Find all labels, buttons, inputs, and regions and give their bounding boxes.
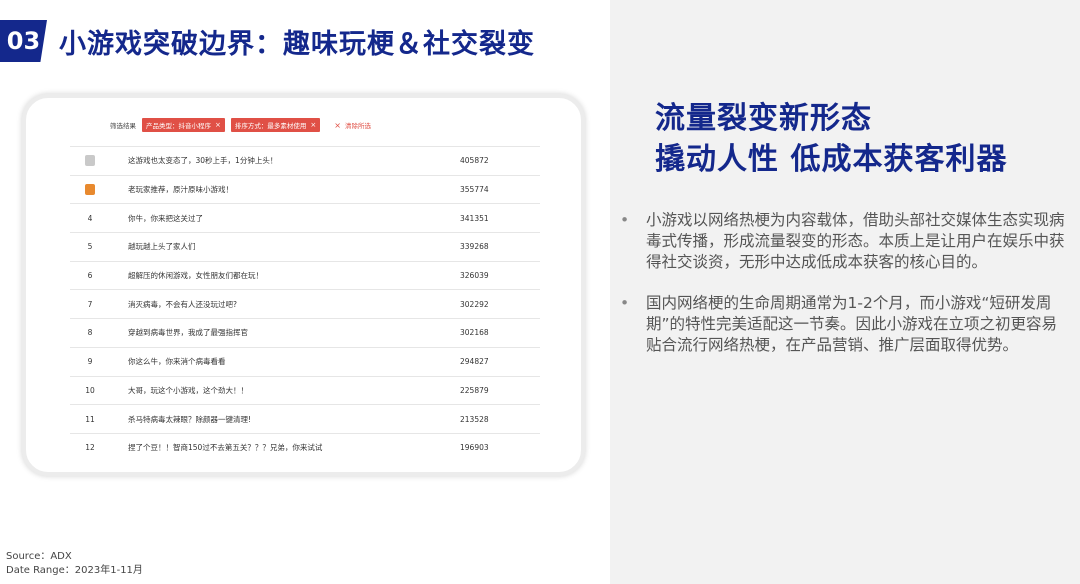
page-title: 小游戏突破边界：趣味玩梗＆社交裂变 (59, 28, 535, 60)
ad-copy-text: 杀马特病毒太辣眼？除颜器一键清理! (128, 414, 252, 424)
ad-copy-text: 捏了个豆！！智商150过不去第五关？？？兄弟，你来试试 (128, 443, 323, 453)
bullet-text: 国内网络梗的生命周期通常为1-2个月，而小游戏“短研发周期”的特性完美适配这一节… (646, 294, 1058, 354)
rank-cell: 5 (87, 242, 93, 252)
heading-line-2: 撬动人性 低成本获客利器 (655, 142, 1008, 177)
table-row[interactable]: 9 你这么牛，你来消个病毒看看 294827 (70, 346, 540, 376)
rank-cell: 6 (87, 271, 93, 281)
ad-copy-text: 越玩越上头了家人们 (128, 242, 196, 252)
rank-cell: 8 (87, 328, 93, 338)
bullet-list: • 小游戏以网络热梗为内容载体，借助头部社交媒体生态实现病毒式传播，形成流量裂变… (620, 210, 1068, 376)
section-number-badge: 03 (0, 20, 47, 62)
ad-copy-text: 超解压的休闲游戏，女性朋友们都在玩！ (128, 271, 263, 281)
usage-count: 341351 (460, 213, 489, 223)
rank-cell (70, 155, 110, 167)
ad-copy-text: 大哥，玩这个小游戏，这个劲大！！ (128, 385, 248, 395)
clear-selection-button[interactable]: × 清除所选 (334, 120, 371, 131)
medal-icon (85, 155, 95, 167)
right-heading: 流量裂变新形态 撬动人性 低成本获客利器 (655, 98, 1007, 180)
rank-cell: 7 (87, 299, 93, 309)
table-row[interactable]: 老玩家推荐，原汁原味小游戏！ 355774 (70, 174, 540, 204)
close-icon: × (334, 120, 341, 130)
ad-copy-text: 你牛，你来把这关过了 (128, 213, 203, 223)
table-row[interactable]: 8 穿越到病毒世界，我成了最强指挥官 302168 (70, 318, 540, 347)
ranking-list: 这游戏也太变态了，30秒上手，1分钟上头！ 405872 老玩家推荐，原汁原味小游戏… (70, 146, 540, 462)
bullet-text: 小游戏以网络热梗为内容载体，借助头部社交媒体生态实现病毒式传播，形成流量裂变的形… (646, 211, 1065, 271)
usage-count: 302292 (460, 299, 489, 309)
rank-cell: 11 (85, 414, 95, 424)
table-row[interactable]: 这游戏也太变态了，30秒上手，1分钟上头！ 405872 (70, 146, 540, 175)
filter-bar: 筛选结果 产品类型：抖音小程序 × 排序方式：最多素材使用 × × 清除所选 (110, 118, 371, 132)
rank-cell: 9 (87, 357, 93, 367)
bullet-dot-icon: • (620, 211, 630, 229)
bullet-item: • 国内网络梗的生命周期通常为1-2个月，而小游戏“短研发周期”的特性完美适配这… (620, 293, 1068, 356)
date-range-text: Date Range：2023年1-11月 (6, 565, 143, 576)
usage-count: 225879 (460, 385, 489, 395)
usage-count: 355774 (460, 185, 489, 195)
heading-line-1: 流量裂变新形态 (655, 101, 872, 136)
rank-cell: 10 (85, 385, 95, 395)
usage-count: 326039 (460, 271, 489, 281)
filter-label: 筛选结果 (110, 122, 136, 130)
table-row[interactable]: 7 消灭病毒，不会有人还没玩过吧? 302292 (70, 289, 540, 318)
usage-count: 405872 (460, 156, 489, 166)
filter-tag-label: 产品类型：抖音小程序 (146, 122, 211, 130)
rank-cell: 12 (85, 443, 95, 453)
table-row[interactable]: 12 捏了个豆！！智商150过不去第五关？？？兄弟，你来试试 196903 (70, 432, 540, 462)
ad-copy-text: 你这么牛，你来消个病毒看看 (128, 357, 226, 367)
clear-selection-label: 清除所选 (344, 122, 371, 130)
usage-count: 339268 (460, 242, 489, 252)
section-header: 03 小游戏突破边界：趣味玩梗＆社交裂变 (0, 20, 535, 62)
rank-cell: 4 (87, 213, 93, 223)
close-icon[interactable]: × (310, 121, 316, 129)
ranking-card: 筛选结果 产品类型：抖音小程序 × 排序方式：最多素材使用 × × 清除所选 这… (22, 94, 585, 476)
usage-count: 196903 (460, 443, 489, 453)
usage-count: 213528 (460, 414, 489, 424)
table-row[interactable]: 5 越玩越上头了家人们 339268 (70, 232, 540, 261)
close-icon[interactable]: × (215, 121, 221, 129)
bullet-dot-icon: • (620, 294, 630, 312)
ad-copy-text: 消灭病毒，不会有人还没玩过吧? (128, 299, 237, 309)
table-row[interactable]: 11 杀马特病毒太辣眼？除颜器一键清理! 213528 (70, 404, 540, 433)
usage-count: 294827 (460, 357, 489, 367)
filter-tag-label: 排序方式：最多素材使用 (234, 122, 307, 130)
table-row[interactable]: 4 你牛，你来把这关过了 341351 (70, 203, 540, 232)
medal-icon (85, 184, 95, 196)
ad-copy-text: 穿越到病毒世界，我成了最强指挥官 (128, 328, 248, 338)
table-row[interactable]: 6 超解压的休闲游戏，女性朋友们都在玩！ 326039 (70, 260, 540, 290)
rank-cell (70, 184, 110, 196)
table-row[interactable]: 10 大哥，玩这个小游戏，这个劲大！！ 225879 (70, 375, 540, 405)
bullet-item: • 小游戏以网络热梗为内容载体，借助头部社交媒体生态实现病毒式传播，形成流量裂变… (620, 210, 1068, 273)
filter-tag-sort[interactable]: 排序方式：最多素材使用 × (230, 118, 321, 132)
source-text: Source：ADX (6, 551, 72, 562)
ad-copy-text: 老玩家推荐，原汁原味小游戏！ (128, 185, 233, 195)
footer-source: Source：ADX Date Range：2023年1-11月 (6, 550, 143, 578)
usage-count: 302168 (460, 328, 489, 338)
filter-tag-product-type[interactable]: 产品类型：抖音小程序 × (142, 118, 225, 132)
ad-copy-text: 这游戏也太变态了，30秒上手，1分钟上头！ (128, 156, 278, 166)
